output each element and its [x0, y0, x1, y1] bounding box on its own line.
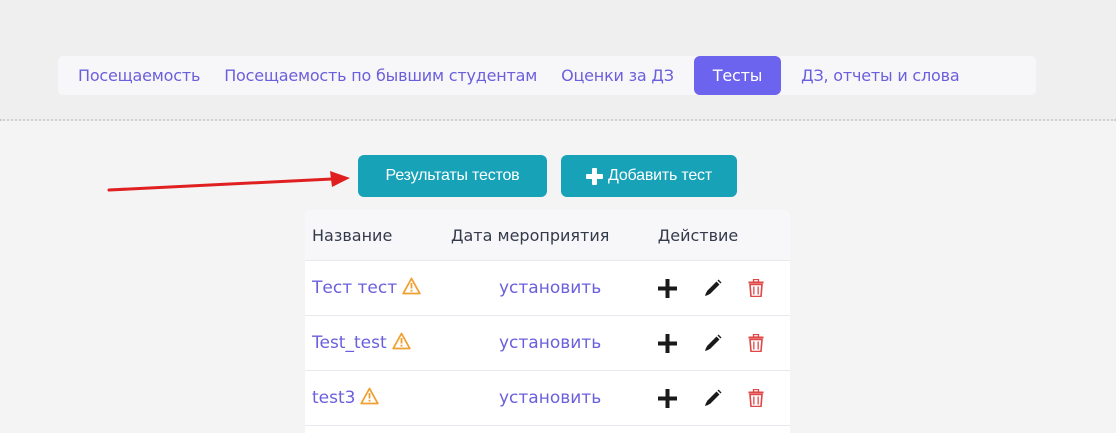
pencil-icon[interactable] — [704, 389, 722, 407]
plus-icon[interactable] — [658, 333, 677, 353]
column-header-date: Дата мероприятия — [451, 225, 610, 245]
warning-icon — [402, 277, 421, 300]
pencil-icon[interactable] — [704, 279, 722, 297]
test-name-link[interactable]: Test_test — [305, 332, 451, 355]
tabs-bar: Посещаемость Посещаемость по бывшим студ… — [58, 56, 1036, 95]
pencil-icon[interactable] — [704, 334, 722, 352]
tab-tests[interactable]: Тесты — [693, 56, 782, 95]
row-actions — [641, 388, 790, 408]
test-name: Test_test — [312, 333, 387, 353]
plus-icon — [586, 167, 604, 185]
annotation-arrow — [107, 171, 350, 192]
trash-icon[interactable] — [748, 279, 764, 297]
table-row: Test_test установить — [305, 316, 790, 371]
table-header: Название Дата мероприятия Действие — [305, 210, 790, 261]
add-test-button[interactable]: Добавить тест — [561, 155, 737, 197]
row-actions — [641, 333, 790, 353]
column-header-name: Название — [312, 225, 393, 245]
tests-table: Название Дата мероприятия Действие Тест … — [305, 210, 790, 433]
trash-icon[interactable] — [748, 334, 764, 352]
test-name: Тест тест — [312, 278, 398, 298]
table-row: test3 установить — [305, 371, 790, 426]
warning-icon — [360, 387, 380, 410]
test-results-button[interactable]: Результаты тестов — [358, 155, 547, 197]
tab-former-students-attendance[interactable]: Посещаемость по бывшим студентам — [212, 56, 549, 95]
table-row: Тест тест установить — [305, 261, 790, 316]
test-name: test3 — [312, 388, 356, 408]
test-name-link[interactable]: Тест тест — [305, 277, 451, 300]
set-date-link[interactable]: установить — [451, 278, 641, 298]
plus-icon[interactable] — [658, 388, 677, 408]
trash-icon[interactable] — [748, 389, 764, 407]
tab-homework-grades[interactable]: Оценки за ДЗ — [549, 56, 686, 95]
tab-attendance[interactable]: Посещаемость — [66, 56, 212, 95]
add-test-label: Добавить тест — [608, 167, 712, 184]
warning-icon — [391, 332, 411, 355]
test-name-link[interactable]: test3 — [305, 387, 451, 410]
tab-homework-reports-words[interactable]: ДЗ, отчеты и слова — [789, 56, 971, 95]
column-header-action: Действие — [657, 225, 739, 245]
set-date-link[interactable]: установить — [451, 388, 641, 408]
set-date-link[interactable]: установить — [451, 333, 641, 353]
plus-icon[interactable] — [658, 278, 677, 298]
row-actions — [641, 278, 790, 298]
